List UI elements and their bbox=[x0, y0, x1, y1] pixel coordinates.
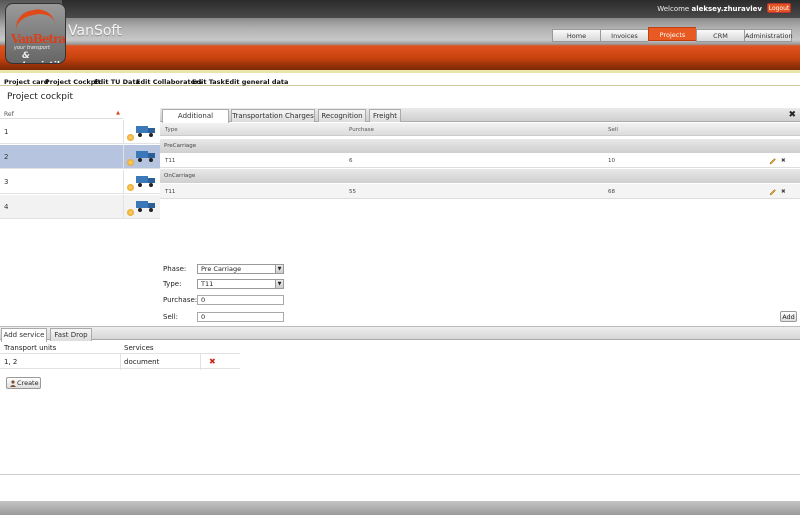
chevron-down-icon[interactable]: ▼ bbox=[275, 265, 283, 273]
username: aleksey.zhuravlev bbox=[691, 5, 762, 13]
nav-tab-projects[interactable]: Projects bbox=[648, 27, 696, 41]
table-row[interactable]: T11 6 10 ✖ bbox=[160, 153, 800, 168]
nav-tab-crm[interactable]: CRM bbox=[696, 29, 744, 42]
col-transport-units: Transport units bbox=[4, 344, 57, 352]
nav-tab-invoices[interactable]: Invoices bbox=[600, 29, 648, 42]
location-pin-icon[interactable] bbox=[127, 209, 134, 216]
divider bbox=[0, 474, 800, 475]
row-sell: 10 bbox=[608, 158, 615, 164]
app-header: VanBetra your transport & Logistik VanSo… bbox=[0, 0, 800, 70]
row-sell: 68 bbox=[608, 189, 615, 195]
page-footer bbox=[0, 501, 800, 515]
truck-icon[interactable] bbox=[136, 125, 156, 137]
delete-icon[interactable]: ✖ bbox=[781, 158, 786, 164]
ref-actions-cell bbox=[123, 145, 160, 169]
logo-subtext: & Logistik bbox=[22, 51, 62, 63]
main-nav: Home Invoices Projects CRM Administratio… bbox=[552, 27, 793, 42]
row-service: document bbox=[124, 358, 160, 366]
row-purchase: 55 bbox=[349, 189, 356, 195]
edit-pencil-icon[interactable] bbox=[769, 188, 777, 196]
nav-tab-home[interactable]: Home bbox=[552, 29, 600, 42]
tab-recognition[interactable]: Recognition bbox=[318, 109, 366, 122]
ref-row[interactable]: 4 bbox=[0, 195, 160, 219]
truck-icon[interactable] bbox=[136, 175, 156, 187]
chevron-down-icon[interactable]: ▼ bbox=[275, 280, 283, 288]
app-name: VanSoft bbox=[68, 23, 122, 39]
phase-select[interactable]: Pre Carriage ▼ bbox=[197, 264, 284, 274]
submenu-edit-general-data[interactable]: Edit general data bbox=[225, 78, 288, 86]
col-purchase[interactable]: Purchase bbox=[349, 127, 374, 133]
tab-freight[interactable]: Freight bbox=[369, 109, 401, 122]
company-logo[interactable]: VanBetra your transport & Logistik bbox=[5, 3, 66, 64]
type-select[interactable]: T11 ▼ bbox=[197, 279, 284, 289]
tab-additional-charges[interactable]: Additional charges bbox=[162, 109, 229, 132]
location-pin-icon[interactable] bbox=[127, 159, 134, 166]
table-row[interactable]: 1, 2 document ✖ bbox=[0, 353, 240, 370]
welcome-text: Welcome aleksey.zhuravlev bbox=[657, 5, 762, 13]
page-title: Project cockpit bbox=[7, 92, 74, 102]
project-submenu: Project card Project Cockpit Edit TU Dat… bbox=[0, 70, 800, 86]
phase-label: Phase: bbox=[163, 265, 187, 273]
table-row[interactable]: T11 55 68 ✖ bbox=[160, 184, 800, 199]
add-charge-button[interactable]: Add bbox=[780, 311, 797, 322]
type-label: Type: bbox=[163, 280, 182, 288]
submenu-edit-task[interactable]: Edit Task bbox=[192, 78, 225, 86]
delete-icon[interactable]: ✖ bbox=[209, 357, 216, 366]
submenu-edit-tu-data[interactable]: Edit TU Data bbox=[94, 78, 140, 86]
ref-number: 4 bbox=[4, 203, 9, 211]
row-type: T11 bbox=[165, 189, 176, 195]
close-panel-icon[interactable]: ✖ bbox=[788, 110, 796, 120]
row-type: T11 bbox=[165, 158, 176, 164]
phase-selected-value: Pre Carriage bbox=[201, 265, 242, 273]
submenu-project-cockpit[interactable]: Project Cockpit bbox=[45, 78, 101, 86]
ref-number: 3 bbox=[4, 178, 9, 186]
nav-tab-administration[interactable]: Administration bbox=[744, 29, 793, 42]
group-header-precarriage: PreCarriage bbox=[160, 139, 800, 153]
create-button-label: Create bbox=[17, 379, 39, 387]
col-type[interactable]: Type bbox=[165, 127, 178, 133]
column-divider bbox=[200, 354, 201, 370]
row-purchase: 6 bbox=[349, 158, 353, 164]
truck-icon[interactable] bbox=[136, 200, 156, 212]
purchase-label: Purchase: bbox=[163, 296, 198, 304]
ref-row[interactable]: 1 bbox=[0, 120, 160, 144]
ref-actions-cell bbox=[123, 120, 160, 144]
column-divider bbox=[120, 354, 121, 370]
col-sell[interactable]: Sell bbox=[608, 127, 618, 133]
col-services: Services bbox=[124, 344, 154, 352]
tab-fast-drop[interactable]: Fast Drop bbox=[50, 328, 92, 341]
type-selected-value: T11 bbox=[201, 280, 214, 288]
charges-table-header: Type Purchase Sell bbox=[160, 123, 800, 136]
location-pin-icon[interactable] bbox=[127, 184, 134, 191]
sell-input[interactable]: 0 bbox=[197, 312, 284, 322]
tab-add-service[interactable]: Add service bbox=[1, 328, 47, 342]
services-tabbar: Add service Fast Drop bbox=[0, 326, 800, 342]
user-icon bbox=[10, 380, 16, 387]
location-pin-icon[interactable] bbox=[127, 134, 134, 141]
charges-tabbar: Additional charges Transportation Charge… bbox=[160, 108, 800, 132]
ref-row-selected[interactable]: 2 bbox=[0, 145, 160, 169]
ref-column-header[interactable]: Ref ▲ bbox=[0, 110, 123, 119]
ref-number: 2 bbox=[4, 153, 9, 161]
truck-icon[interactable] bbox=[136, 150, 156, 162]
logo-swoosh-icon bbox=[12, 6, 56, 32]
purchase-input[interactable]: 0 bbox=[197, 295, 284, 305]
logo-text: VanBetra bbox=[11, 32, 66, 46]
row-transport-units: 1, 2 bbox=[4, 358, 18, 366]
logout-button[interactable]: Logout bbox=[767, 3, 791, 13]
sell-label: Sell: bbox=[163, 313, 178, 321]
ref-actions-cell bbox=[123, 170, 160, 194]
ref-header-label: Ref bbox=[4, 111, 14, 118]
sort-asc-icon[interactable]: ▲ bbox=[116, 110, 120, 116]
ref-number: 1 bbox=[4, 128, 9, 136]
create-button[interactable]: Create bbox=[6, 377, 41, 389]
tab-transportation-charges[interactable]: Transportation Charges bbox=[231, 109, 315, 122]
submenu-project-card[interactable]: Project card bbox=[4, 78, 48, 86]
ref-actions-cell bbox=[123, 195, 160, 219]
group-header-oncarriage: OnCarriage bbox=[160, 169, 800, 183]
delete-icon[interactable]: ✖ bbox=[781, 189, 786, 195]
edit-pencil-icon[interactable] bbox=[769, 157, 777, 165]
ref-row[interactable]: 3 bbox=[0, 170, 160, 194]
